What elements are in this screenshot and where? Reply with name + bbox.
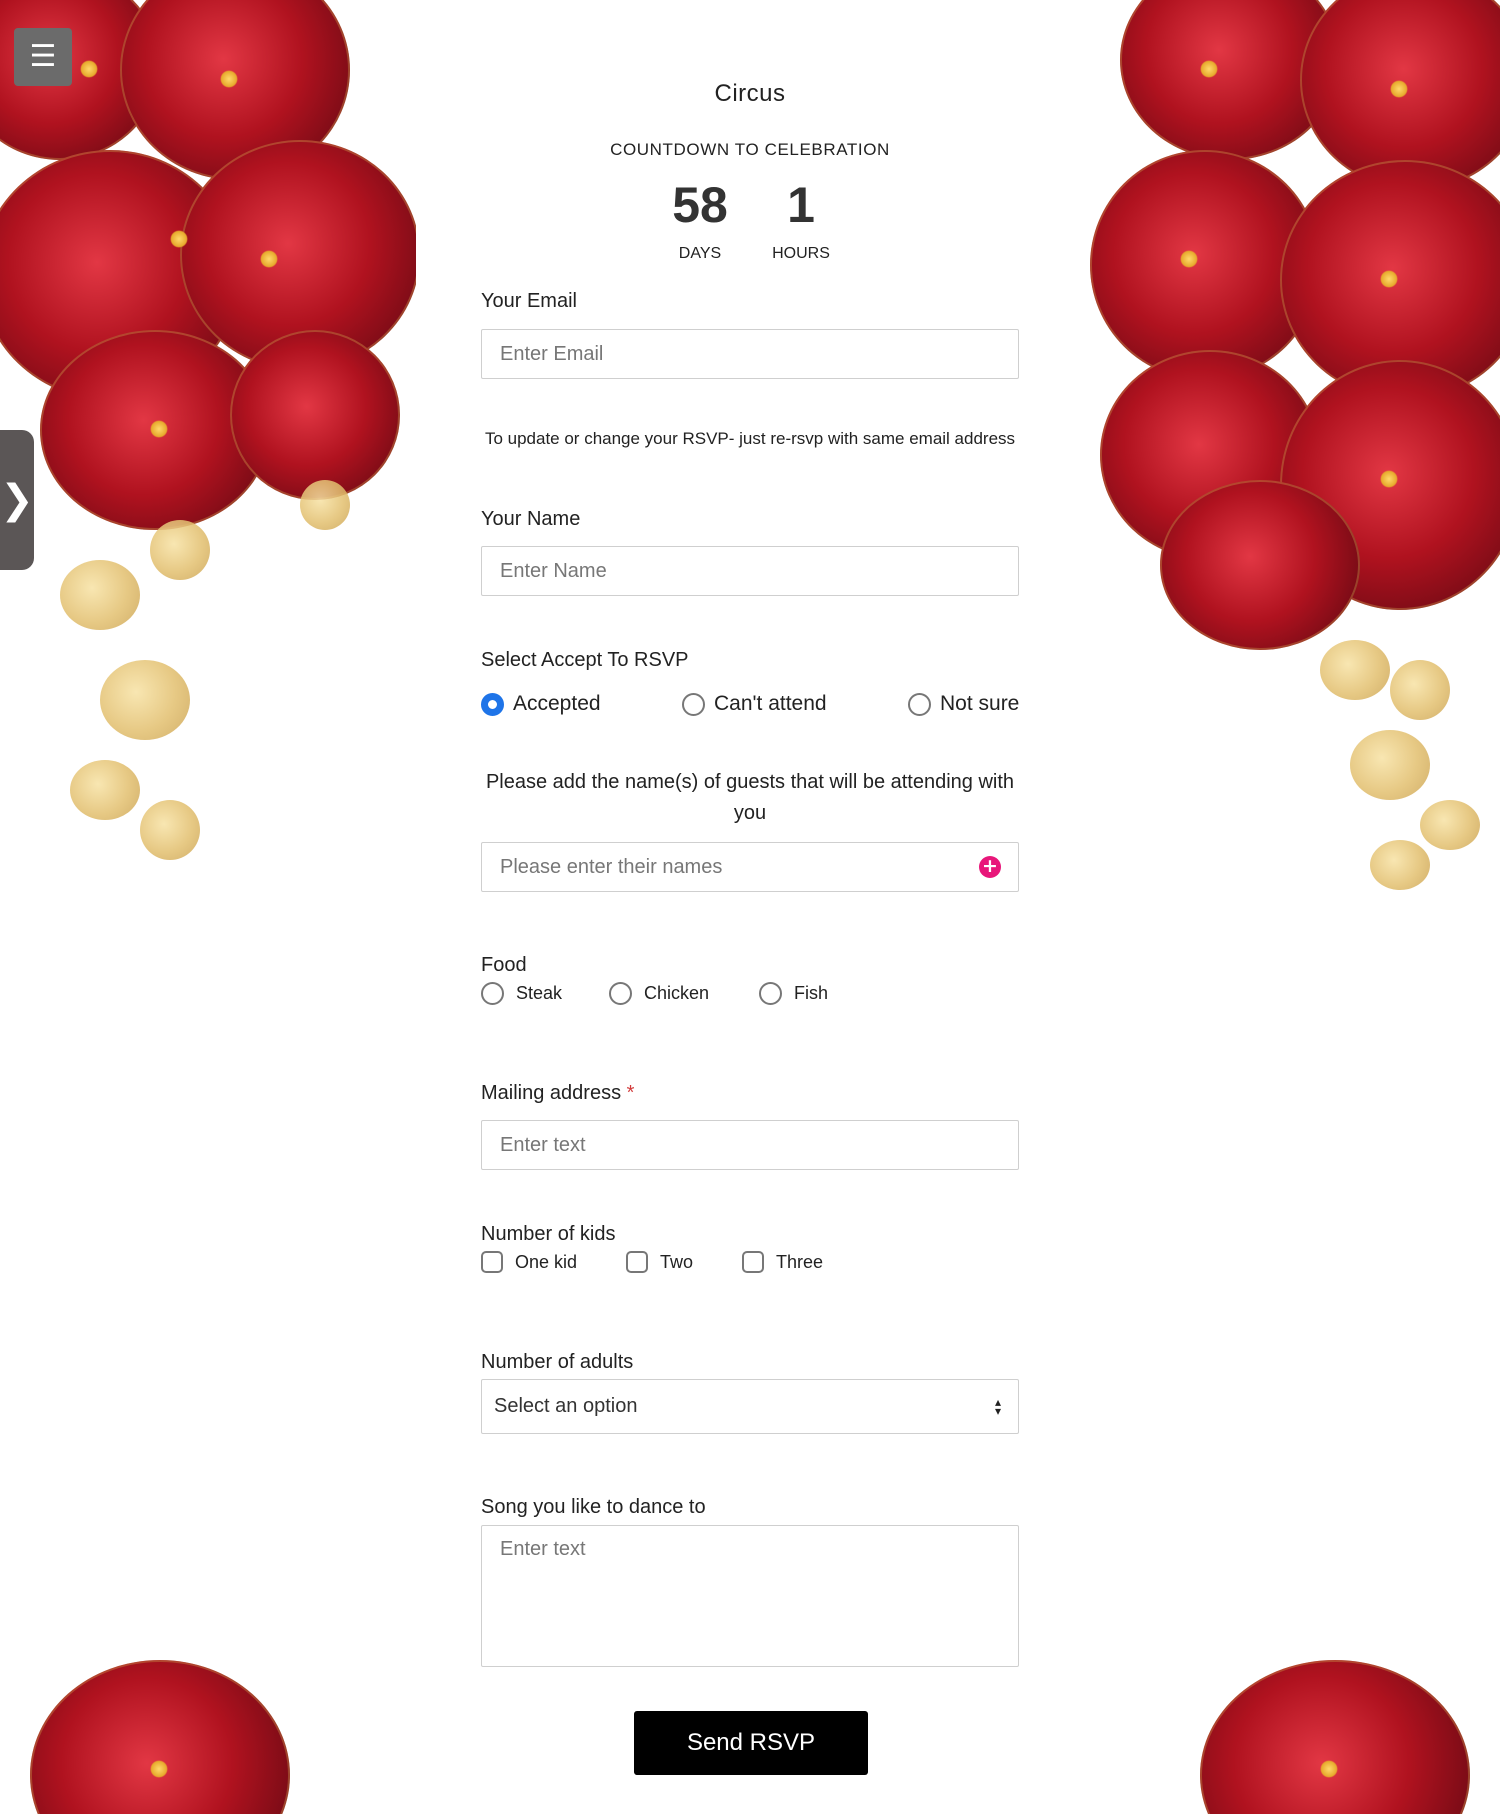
rsvp-option-label: Not sure	[940, 692, 1020, 715]
radio-unselected[interactable]	[609, 982, 632, 1005]
floral-background-right	[1080, 0, 1500, 920]
rsvp-option-label: Accepted	[513, 692, 601, 715]
checkbox[interactable]	[742, 1251, 764, 1273]
adults-select-value: Select an option	[494, 1395, 638, 1417]
adults-label: Number of adults	[481, 1351, 634, 1373]
food-option-label: Steak	[516, 983, 563, 1003]
countdown-days-label: DAYS	[678, 245, 722, 262]
name-field[interactable]	[481, 546, 1019, 596]
required-mark: *	[626, 1082, 635, 1104]
kids-option-label: One kid	[515, 1251, 578, 1272]
adults-select[interactable]: Select an option ▴ ▾	[481, 1379, 1019, 1434]
radio-unselected[interactable]	[908, 692, 931, 716]
floral-background-left	[0, 0, 420, 900]
menu-button[interactable]: ☰	[14, 28, 72, 86]
guests-label: Please add the name(s) of guests that wi…	[485, 771, 1015, 824]
countdown-hours: 1 HOURS	[751, 178, 851, 263]
checkbox[interactable]	[626, 1251, 648, 1273]
email-help-text: To update or change your RSVP- just re-r…	[484, 429, 1016, 448]
food-option-fish[interactable]: Fish	[759, 982, 828, 1005]
song-textarea[interactable]	[481, 1525, 1019, 1667]
send-rsvp-button[interactable]: Send RSVP	[634, 1711, 868, 1775]
countdown-days-value: 58	[672, 177, 728, 233]
food-option-steak[interactable]: Steak	[481, 982, 562, 1005]
radio-unselected[interactable]	[481, 982, 504, 1005]
floral-background-bottom-right	[1180, 1650, 1500, 1814]
kids-option-label: Two	[660, 1251, 694, 1272]
kids-option-three[interactable]: Three	[742, 1251, 823, 1273]
countdown-hours-label: HOURS	[772, 245, 830, 262]
rsvp-option-cant-attend[interactable]: Can't attend	[682, 692, 827, 716]
rsvp-option-not-sure[interactable]: Not sure	[908, 692, 1019, 716]
guests-input-group: +	[481, 842, 1019, 892]
email-field[interactable]	[481, 329, 1019, 379]
hamburger-menu-icon: ☰	[29, 40, 57, 73]
radio-unselected[interactable]	[759, 982, 782, 1005]
email-label: Your Email	[481, 290, 577, 312]
radio-unselected[interactable]	[682, 692, 705, 716]
name-label: Your Name	[481, 508, 581, 530]
rsvp-label: Select Accept To RSVP	[481, 649, 689, 671]
kids-option-label: Three	[776, 1251, 824, 1272]
food-option-label: Chicken	[644, 983, 710, 1003]
guests-input[interactable]	[481, 842, 1019, 892]
mailing-address-label: Mailing address *	[481, 1082, 634, 1105]
event-title: Circus	[714, 80, 786, 107]
kids-label: Number of kids	[481, 1223, 616, 1245]
radio-selected[interactable]	[481, 692, 504, 716]
food-option-label: Fish	[794, 983, 829, 1003]
kids-option-one-kid[interactable]: One kid	[481, 1251, 577, 1273]
countdown-days: 58 DAYS	[650, 178, 750, 263]
rsvp-option-label: Can't attend	[714, 692, 827, 715]
floral-background-bottom-left	[0, 1650, 320, 1814]
mailing-address-label-text: Mailing address	[481, 1082, 622, 1104]
rsvp-option-accepted[interactable]: Accepted	[481, 692, 601, 716]
countdown-hours-value: 1	[787, 177, 815, 233]
checkbox[interactable]	[481, 1251, 503, 1273]
side-drawer-tab[interactable]: ❯	[0, 430, 34, 570]
select-arrows-icon: ▴ ▾	[994, 1394, 1002, 1418]
countdown-label: COUNTDOWN TO CELEBRATION	[610, 140, 890, 159]
food-option-chicken[interactable]: Chicken	[609, 982, 709, 1005]
song-label: Song you like to dance to	[481, 1496, 706, 1518]
rsvp-card: Circus COUNTDOWN TO CELEBRATION 58 DAYS …	[416, 28, 1084, 1814]
plus-circle-icon[interactable]: +	[979, 856, 1001, 878]
kids-option-two[interactable]: Two	[626, 1251, 693, 1273]
food-label: Food	[481, 954, 527, 976]
mailing-address-field[interactable]	[481, 1120, 1019, 1170]
chevron-right-icon: ❯	[0, 477, 34, 523]
